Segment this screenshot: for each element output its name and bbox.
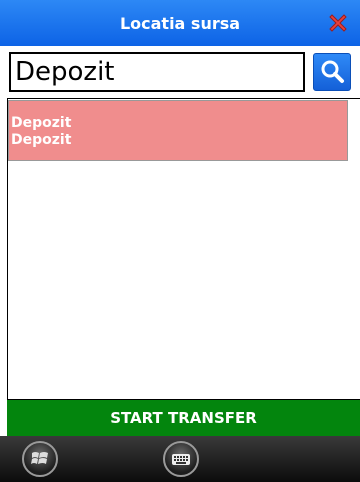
keyboard-icon <box>172 454 190 465</box>
page-title: Locatia sursa <box>119 13 241 33</box>
search-input[interactable] <box>9 52 305 92</box>
keyboard-button[interactable] <box>163 441 199 477</box>
search-row <box>0 46 360 98</box>
start-menu-button[interactable] <box>22 441 58 477</box>
list-item-line1: Depozit <box>11 115 72 131</box>
close-icon[interactable] <box>326 11 350 35</box>
search-button[interactable] <box>313 53 351 91</box>
title-bar: Locatia sursa <box>0 0 360 46</box>
windows-start-icon <box>31 452 48 464</box>
list-item[interactable]: Depozit Depozit <box>8 100 348 161</box>
location-list: Depozit Depozit <box>7 98 360 400</box>
taskbar <box>0 436 360 482</box>
search-icon <box>321 60 344 83</box>
start-transfer-button[interactable]: START TRANSFER <box>7 400 360 436</box>
list-item-line2: Depozit <box>11 132 72 148</box>
